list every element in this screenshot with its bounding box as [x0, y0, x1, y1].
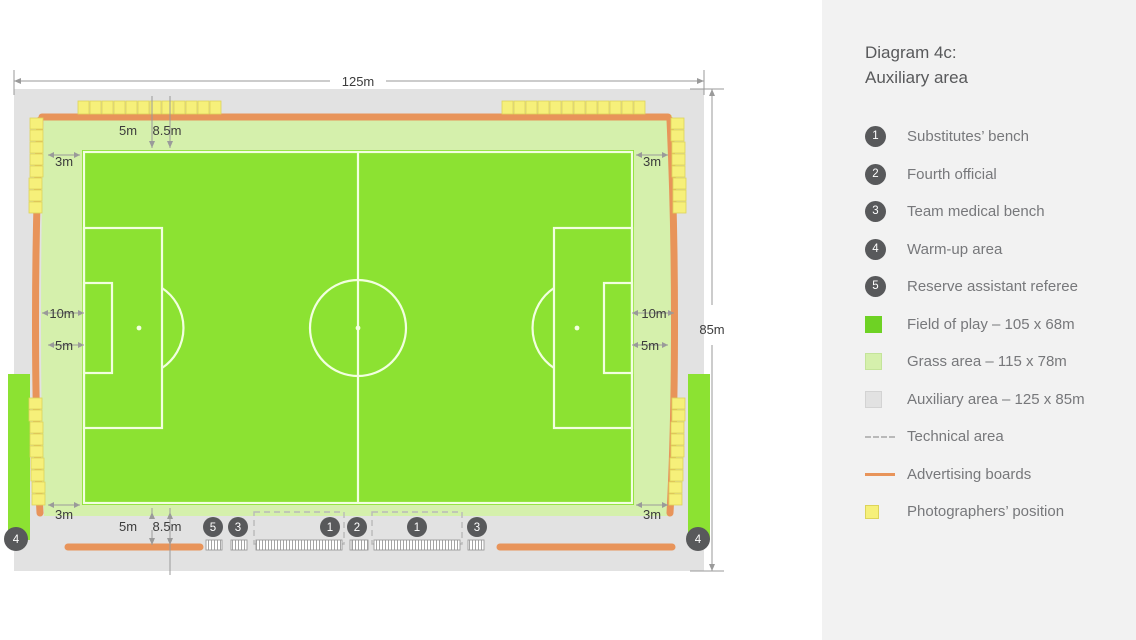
legend-item-warm-up-area: 4 Warm-up area: [865, 231, 1135, 269]
bench-reserve-assistant: [205, 539, 223, 551]
dim-label-left-10m: 10m: [49, 306, 74, 321]
swatch-auxiliary-area-icon: [865, 390, 907, 408]
badge-reserve-assistant: 5: [203, 517, 223, 537]
legend-label-technical-area: Technical area: [907, 428, 1004, 446]
svg-text:1: 1: [327, 522, 333, 534]
swatch-grass-area-icon: [865, 353, 907, 371]
bench-substitutes-right: [373, 539, 461, 551]
diagram-page: 125m 85m 5m 8.5m 3m 3m 10m 5m 10m 5m 3m …: [0, 0, 1136, 640]
legend-item-photographers-position: Photographers’ position: [865, 493, 1135, 531]
dim-label-bottom-5m: 5m: [119, 519, 137, 534]
legend-label-fourth-official: Fourth official: [907, 165, 997, 183]
badge-fourth-official-left: 2: [347, 517, 367, 537]
swatch-photographers-icon: [865, 504, 907, 519]
legend-label-auxiliary-area: Auxiliary area – 125 x 85m: [907, 390, 1085, 408]
badge-medical-left: 3: [228, 517, 248, 537]
legend-item-field-of-play: Field of play – 105 x 68m: [865, 306, 1135, 344]
badge-medical-right: 3: [467, 517, 487, 537]
legend-label-team-medical-bench: Team medical bench: [907, 203, 1045, 221]
legend-label-reserve-assistant-referee: Reserve assistant referee: [907, 278, 1078, 296]
dashed-line-icon: [865, 435, 907, 438]
legend-item-substitutes-bench: 1 Substitutes’ bench: [865, 118, 1135, 156]
svg-text:5: 5: [210, 522, 216, 534]
badge-substitutes-right: 1: [407, 517, 427, 537]
legend-panel: Diagram 4c: Auxiliary area 1 Substitutes…: [822, 0, 1136, 640]
legend-label-advertising-boards: Advertising boards: [907, 465, 1032, 483]
dim-label-top-5m: 5m: [119, 123, 137, 138]
legend-item-grass-area: Grass area – 115 x 78m: [865, 343, 1135, 381]
swatch-field-of-play-icon: [865, 315, 907, 333]
dim-label-top-right-3m: 3m: [643, 154, 661, 169]
legend-label-field-of-play: Field of play – 105 x 68m: [907, 315, 1075, 333]
legend-list: 1 Substitutes’ bench 2 Fourth official 3…: [865, 118, 1135, 531]
legend-item-technical-area: Technical area: [865, 418, 1135, 456]
badge-warmup-right: 4: [686, 527, 710, 551]
legend-label-grass-area: Grass area – 115 x 78m: [907, 353, 1067, 371]
badge-substitutes-left: 1: [320, 517, 340, 537]
warmup-area-right: [688, 374, 710, 540]
legend-item-auxiliary-area: Auxiliary area – 125 x 85m: [865, 381, 1135, 419]
dim-label-right-5m: 5m: [641, 338, 659, 353]
dim-label-bottom-85m: 8.5m: [153, 519, 182, 534]
svg-text:1: 1: [414, 522, 420, 534]
pitch-diagram: 125m 85m 5m 8.5m 3m 3m 10m 5m 10m 5m 3m …: [0, 0, 822, 640]
svg-text:4: 4: [695, 534, 702, 546]
center-spot: [355, 325, 361, 331]
bench-substitutes-left: [255, 539, 343, 551]
svg-text:4: 4: [13, 534, 20, 546]
bench-fourth-official-right: [351, 539, 369, 551]
dim-label-85m: 85m: [699, 322, 724, 337]
legend-item-reserve-assistant-referee: 5 Reserve assistant referee: [865, 268, 1135, 306]
dim-label-right-10m: 10m: [641, 306, 666, 321]
penalty-spot-right: [574, 325, 580, 331]
legend-label-photographers-position: Photographers’ position: [907, 503, 1065, 521]
number-badge-1: 1: [865, 126, 907, 148]
dim-label-left-5m: 5m: [55, 338, 73, 353]
penalty-spot-left: [136, 325, 142, 331]
solid-line-icon: [865, 472, 907, 476]
legend-label-substitutes-bench: Substitutes’ bench: [907, 128, 1030, 146]
dim-label-top-left-3m: 3m: [55, 154, 73, 169]
number-badge-3: 3: [865, 201, 907, 223]
number-badge-5: 5: [865, 276, 907, 298]
dim-label-bottom-right-3m: 3m: [643, 507, 661, 522]
bench-medical-left: [230, 539, 248, 551]
dim-label-top-85m: 8.5m: [153, 123, 182, 138]
bench-medical-right: [467, 539, 485, 551]
legend-label-warm-up-area: Warm-up area: [907, 240, 1003, 258]
svg-text:2: 2: [354, 522, 360, 534]
svg-text:3: 3: [235, 522, 241, 534]
dim-label-bottom-left-3m: 3m: [55, 507, 73, 522]
legend-item-team-medical-bench: 3 Team medical bench: [865, 193, 1135, 231]
legend-item-advertising-boards: Advertising boards: [865, 456, 1135, 494]
number-badge-4: 4: [865, 238, 907, 260]
legend-item-fourth-official: 2 Fourth official: [865, 156, 1135, 194]
warmup-area-left: [8, 374, 30, 540]
dim-label-125m: 125m: [342, 74, 375, 89]
number-badge-2: 2: [865, 163, 907, 185]
svg-text:3: 3: [474, 522, 480, 534]
legend-title: Diagram 4c: Auxiliary area: [865, 43, 968, 87]
badge-warmup-left: 4: [4, 527, 28, 551]
